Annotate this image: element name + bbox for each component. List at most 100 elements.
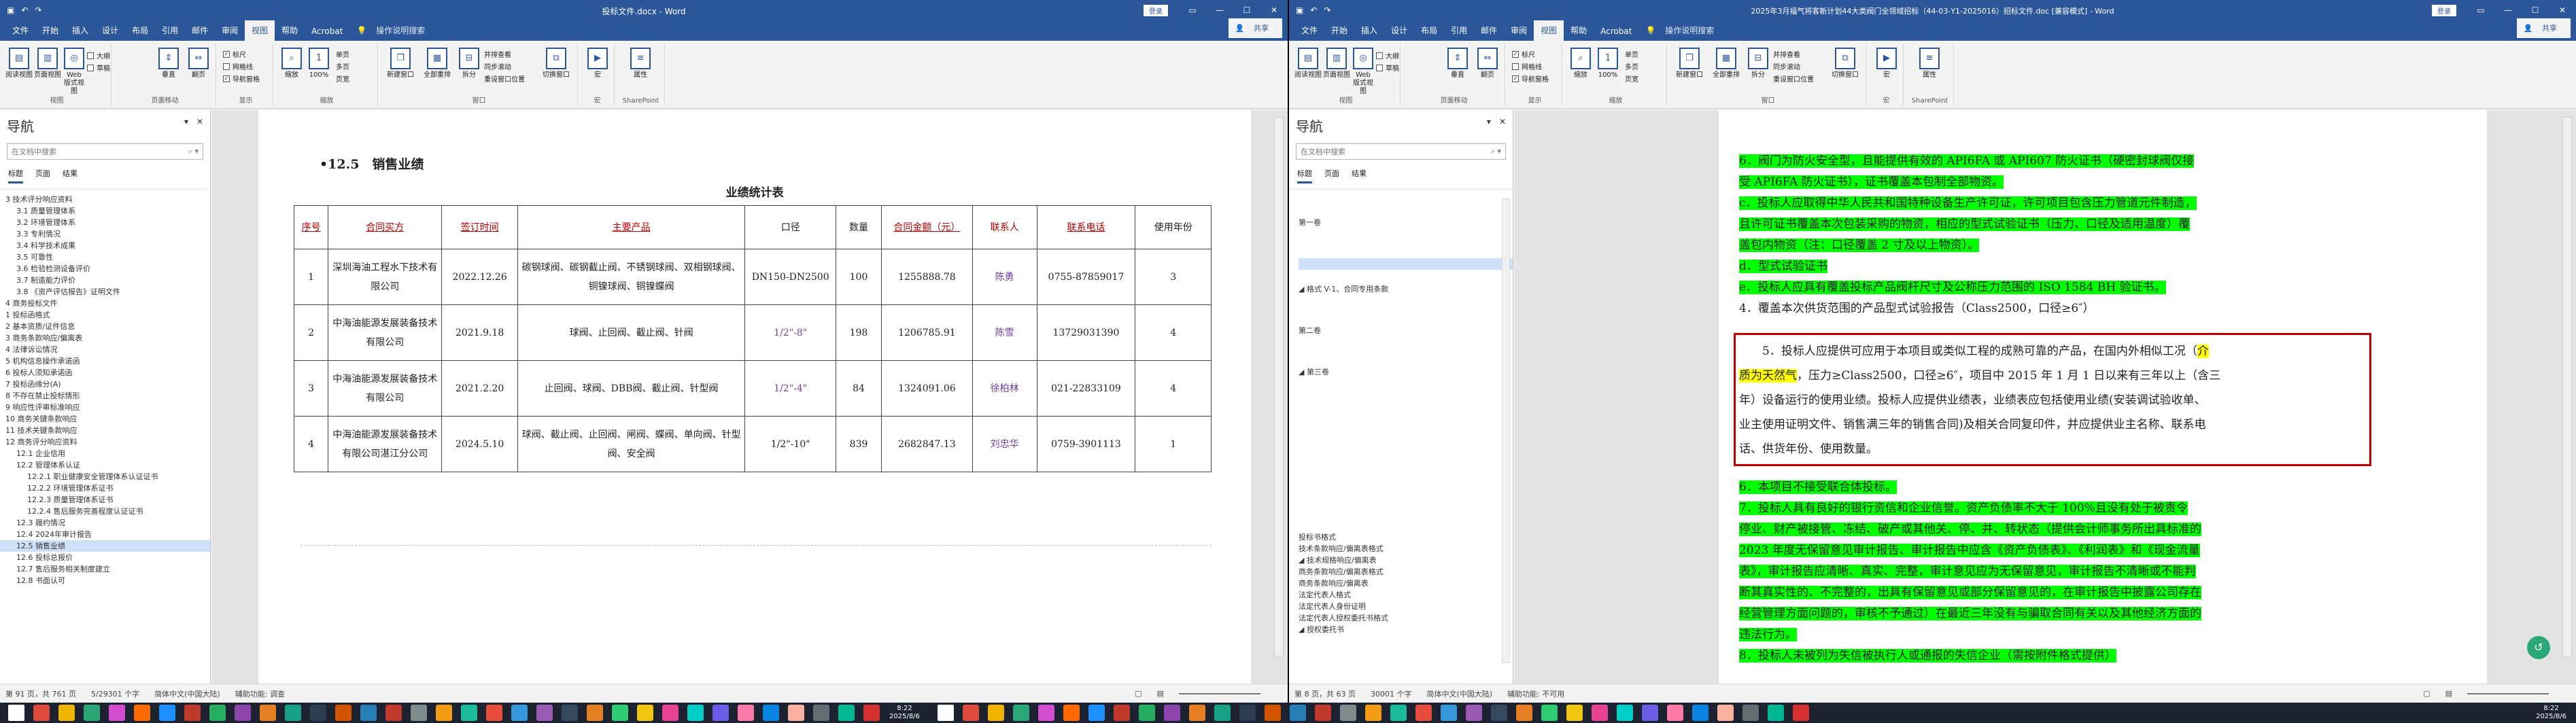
- nav-heading-item[interactable]: 法定代表人格式: [1299, 589, 1513, 601]
- nav-close-icon[interactable]: ✕: [1499, 117, 1506, 126]
- vertical-scrollbar[interactable]: [2562, 117, 2572, 656]
- tab-references[interactable]: 引用: [1444, 20, 1474, 41]
- nav-tab-pages[interactable]: 页面: [35, 168, 50, 183]
- maximize-icon[interactable]: ☐: [2522, 5, 2549, 15]
- nav-heading-item[interactable]: 1 投标函格式: [0, 309, 210, 321]
- nav-heading-item[interactable]: 6 投标人须知承诺函: [0, 367, 210, 378]
- arrange-all-button[interactable]: ▦ 全部重排: [420, 48, 454, 80]
- nav-heading-item[interactable]: 3.2 环境管理体系: [0, 217, 210, 228]
- taskbar-app-icon[interactable]: [385, 705, 402, 721]
- tab-review[interactable]: 审阅: [1504, 20, 1534, 41]
- draft-button[interactable]: 草稿: [1376, 63, 1399, 73]
- taskbar-app-icon[interactable]: [486, 705, 502, 721]
- nav-heading-item[interactable]: 3.4 科学技术成果: [0, 240, 210, 251]
- taskbar-app-icon[interactable]: [1314, 705, 1331, 721]
- page-count[interactable]: 第 8 页，共 63 页: [1294, 688, 1356, 699]
- nav-heading-item[interactable]: 12.3 履约情况: [0, 517, 210, 529]
- taskbar-app-icon[interactable]: [1415, 705, 1432, 721]
- nav-heading-item[interactable]: 12 商务评分响应资料: [0, 436, 210, 448]
- word-count[interactable]: 30001 个字: [1371, 688, 1412, 699]
- one-page-button[interactable]: 单页: [336, 49, 349, 59]
- multiple-pages-button[interactable]: 多页: [336, 61, 349, 71]
- taskbar-app-icon[interactable]: [360, 705, 377, 721]
- share-button[interactable]: 👤 共享: [1228, 18, 1282, 38]
- taskbar-app-icon[interactable]: [109, 705, 125, 721]
- nav-heading-item[interactable]: 3.5 可靠性: [0, 251, 210, 263]
- tab-file[interactable]: 文件: [5, 20, 35, 41]
- nav-close-icon[interactable]: ✕: [196, 117, 203, 126]
- read-mode-button[interactable]: ▤ 阅读视图: [1294, 48, 1322, 80]
- nav-heading-item[interactable]: 2 基本资质/证件信息: [0, 321, 210, 332]
- taskbar-app-icon[interactable]: [712, 705, 729, 721]
- taskbar-app-icon[interactable]: [1666, 705, 1683, 721]
- taskbar-app-icon[interactable]: [813, 705, 829, 721]
- zoom-100-button[interactable]: 1 100%: [306, 48, 332, 80]
- nav-heading-item[interactable]: 10 商务关键条款响应: [0, 413, 210, 425]
- tab-view[interactable]: 视图: [1534, 20, 1564, 41]
- language-indicator[interactable]: 简体中文(中国大陆): [154, 688, 220, 699]
- taskbar-app-icon[interactable]: [1289, 705, 1306, 721]
- nav-heading-item[interactable]: 11 技术关键条款响应: [0, 425, 210, 436]
- close-icon[interactable]: ✕: [1260, 5, 1288, 15]
- nav-heading-item[interactable]: 5 机构信息操作承诺函: [0, 355, 210, 367]
- nav-heading-item[interactable]: 3.1 质量管理体系: [0, 205, 210, 217]
- nav-heading-item[interactable]: ◢ 格式 V-1、合同专用条款: [1299, 283, 1513, 295]
- taskbar-app-icon[interactable]: [1515, 705, 1532, 721]
- taskbar-app-icon[interactable]: [536, 705, 553, 721]
- tab-layout[interactable]: 布局: [125, 20, 155, 41]
- taskbar-app-icon[interactable]: [687, 705, 704, 721]
- taskbar-app-icon[interactable]: [1113, 705, 1130, 721]
- taskbar-app-icon[interactable]: [1792, 705, 1809, 721]
- nav-heading-item[interactable]: 4 法律诉讼情况: [0, 344, 210, 355]
- nav-pane-checkbox[interactable]: ✓ 导航窗格: [223, 73, 260, 84]
- taskbar-app-icon[interactable]: [637, 705, 653, 721]
- nav-heading-item[interactable]: 第一卷: [1299, 217, 1513, 228]
- ribbon-display-icon[interactable]: ▭: [2467, 5, 2494, 15]
- tell-me-search[interactable]: 💡 操作说明搜索: [349, 20, 439, 41]
- accessibility-status[interactable]: 辅助功能: 调查: [235, 688, 285, 699]
- taskbar-app-icon[interactable]: [1063, 705, 1080, 721]
- sync-scroll-button[interactable]: 同步滚动: [1773, 61, 1800, 71]
- taskbar-app-icon[interactable]: [461, 705, 477, 721]
- nav-heading-item[interactable]: 12.5 销售业绩: [0, 540, 210, 552]
- nav-heading-item[interactable]: ◢ 技术规格响应/偏离表: [1299, 554, 1513, 566]
- draft-button[interactable]: 草稿: [87, 63, 110, 73]
- ribbon-display-icon[interactable]: ▭: [1179, 5, 1206, 15]
- nav-heading-item[interactable]: 法定代表人身份证明: [1299, 601, 1513, 612]
- nav-tab-pages[interactable]: 页面: [1324, 168, 1339, 183]
- tab-insert[interactable]: 插入: [65, 20, 95, 41]
- nav-heading-item[interactable]: 12.1 企业信用: [0, 448, 210, 459]
- page-width-button[interactable]: 页宽: [336, 73, 349, 84]
- macros-button[interactable]: ▶ 宏: [1874, 48, 1900, 80]
- taskbar-app-icon[interactable]: [1767, 705, 1784, 721]
- tab-design[interactable]: 设计: [95, 20, 125, 41]
- nav-heading-item[interactable]: 12.2.3 质量管理体系证书: [0, 494, 210, 506]
- taskbar-app-icon[interactable]: [1364, 705, 1381, 721]
- save-icon[interactable]: ▣: [1296, 5, 1303, 15]
- taskbar-app-icon[interactable]: [8, 705, 24, 721]
- nav-heading-item[interactable]: 12.2.1 职业健康安全管理体系认证证书: [0, 471, 210, 482]
- nav-heading-item[interactable]: 3.7 制造能力评价: [0, 275, 210, 286]
- nav-heading-item[interactable]: 12.2.2 环境管理体系证书: [0, 482, 210, 494]
- nav-heading-item[interactable]: ◢ 授权委托书: [1299, 624, 1513, 635]
- nav-heading-item[interactable]: 12.7 售后服务相关制度建立: [0, 563, 210, 575]
- tab-acrobat[interactable]: Acrobat: [1594, 22, 1638, 41]
- side-to-side-button[interactable]: ⇔ 翻页: [185, 48, 212, 80]
- nav-options-icon[interactable]: ▾: [1487, 117, 1491, 126]
- login-button[interactable]: 登录: [2432, 4, 2456, 16]
- taskbar-app-icon[interactable]: [662, 705, 679, 721]
- gridlines-checkbox[interactable]: 网格线: [1512, 61, 1542, 71]
- nav-heading-item[interactable]: 3.6 检验检测设备评价: [0, 263, 210, 275]
- sync-scroll-button[interactable]: 同步滚动: [484, 61, 511, 71]
- nav-options-icon[interactable]: ▾: [184, 117, 188, 126]
- redo-icon[interactable]: ↷: [35, 5, 41, 15]
- side-by-side-button[interactable]: 并排查看: [1773, 49, 1800, 59]
- taskbar-app-icon[interactable]: [1641, 705, 1658, 721]
- close-icon[interactable]: ✕: [2549, 5, 2576, 15]
- minimize-icon[interactable]: —: [2494, 5, 2522, 15]
- taskbar-clock-right[interactable]: 8:22 2025/8/6: [2536, 705, 2566, 721]
- taskbar-app-icon[interactable]: [612, 705, 628, 721]
- taskbar-app-icon[interactable]: [1163, 705, 1180, 721]
- accessibility-status[interactable]: 辅助功能: 不可用: [1507, 688, 1564, 699]
- zoom-button[interactable]: ⌕ 缩放: [279, 48, 305, 80]
